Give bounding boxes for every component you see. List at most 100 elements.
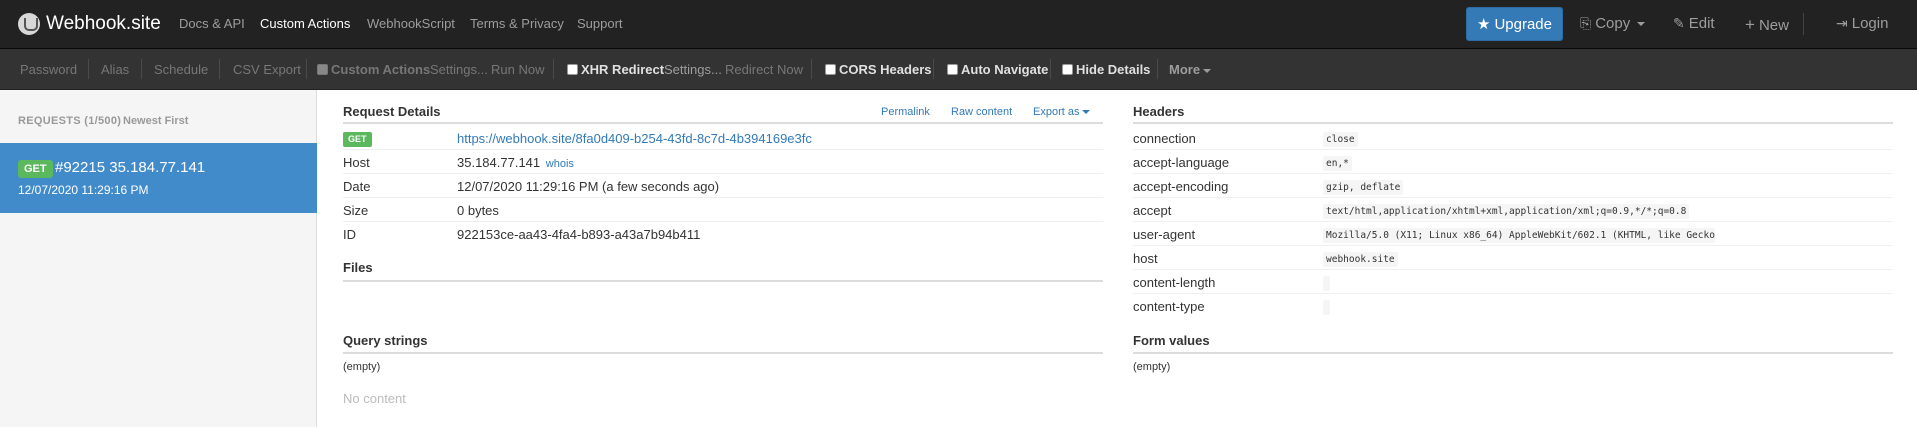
- custom-actions-toggle[interactable]: Custom Actions: [317, 62, 430, 77]
- toolbar-divider: [1050, 59, 1051, 79]
- cors-headers-checkbox[interactable]: [825, 64, 836, 75]
- edit-button[interactable]: ✎ Edit: [1673, 15, 1715, 32]
- auto-navigate-checkbox[interactable]: [947, 64, 958, 75]
- form-values-value: (empty): [1133, 361, 1171, 373]
- hide-details-toggle[interactable]: Hide Details: [1062, 62, 1150, 77]
- nav-docs-api[interactable]: Docs & API: [179, 16, 245, 31]
- copy-dropdown[interactable]: ⎘ Copy: [1580, 15, 1646, 32]
- alias-button[interactable]: Alias: [101, 62, 129, 77]
- more-dropdown[interactable]: More: [1169, 62, 1212, 77]
- raw-content-link[interactable]: Raw content: [951, 106, 1012, 118]
- request-url-link[interactable]: https://webhook.site/8fa0d409-b254-43fd-…: [457, 131, 812, 146]
- method-badge: GET: [18, 160, 53, 178]
- files-divider: [343, 280, 1103, 282]
- header-name: accept-language: [1133, 155, 1230, 170]
- export-as-label: Export as: [1033, 106, 1080, 118]
- header-value: close: [1323, 132, 1358, 147]
- nav-support[interactable]: Support: [577, 16, 623, 31]
- header-value: webhook.site: [1323, 252, 1398, 267]
- query-strings-divider: [343, 352, 1103, 354]
- row-divider: [1133, 269, 1893, 270]
- plus-icon: +: [1745, 15, 1755, 34]
- header-name: user-agent: [1133, 227, 1196, 242]
- toolbar-divider: [306, 59, 307, 79]
- upgrade-label: Upgrade: [1494, 15, 1552, 33]
- header-value: en,*: [1323, 156, 1352, 171]
- cors-headers-toggle[interactable]: CORS Headers: [825, 62, 931, 77]
- star-icon: ★: [1477, 16, 1491, 33]
- custom-actions-settings-button[interactable]: Settings...: [430, 62, 488, 77]
- edit-label: Edit: [1688, 15, 1715, 32]
- whois-link[interactable]: whois: [546, 158, 574, 170]
- copy-label: Copy: [1595, 15, 1631, 32]
- new-button[interactable]: + New: [1745, 15, 1789, 35]
- cors-headers-label: CORS Headers: [839, 62, 932, 77]
- csv-export-button[interactable]: CSV Export: [233, 62, 301, 77]
- login-icon: ⇥: [1836, 15, 1848, 31]
- query-strings-title: Query strings: [343, 333, 428, 348]
- xhr-redirect-label: XHR Redirect: [581, 62, 665, 77]
- copy-icon: ⎘: [1580, 15, 1592, 31]
- header-name: content-type: [1133, 299, 1205, 314]
- custom-actions-checkbox[interactable]: [317, 64, 328, 75]
- query-strings-value: (empty): [343, 361, 381, 373]
- header-name: accept-encoding: [1133, 179, 1229, 194]
- form-values-title: Form values: [1133, 333, 1210, 348]
- form-values-divider: [1133, 352, 1893, 354]
- export-as-dropdown[interactable]: Export as: [1033, 106, 1091, 118]
- row-divider: [1133, 293, 1893, 294]
- auto-navigate-label: Auto Navigate: [961, 62, 1049, 77]
- top-navbar: Webhook.site Docs & API Custom Actions W…: [0, 0, 1917, 49]
- row-divider: [1133, 245, 1893, 246]
- id-label: ID: [343, 227, 356, 242]
- header-name: host: [1133, 251, 1158, 266]
- xhr-settings-button[interactable]: Settings...: [664, 62, 722, 77]
- login-label: Login: [1851, 15, 1889, 32]
- hide-details-label: Hide Details: [1076, 62, 1151, 77]
- files-title: Files: [343, 260, 373, 275]
- brand-link[interactable]: Webhook.site: [18, 11, 161, 37]
- date-value: 12/07/2020 11:29:16 PM (a few seconds ag…: [457, 179, 720, 194]
- request-id-ip: #92215 35.184.77.141: [55, 159, 206, 176]
- header-name: accept: [1133, 203, 1172, 218]
- request-list-item[interactable]: GET #92215 35.184.77.141 12/07/2020 11:2…: [0, 143, 317, 213]
- request-date: 12/07/2020 11:29:16 PM: [18, 183, 149, 197]
- method-badge: GET: [343, 132, 372, 147]
- header-value: text/html,application/xhtml+xml,applicat…: [1323, 204, 1690, 219]
- login-button[interactable]: ⇥ Login: [1836, 15, 1888, 32]
- row-divider: [1133, 221, 1893, 222]
- custom-actions-label: Custom Actions: [331, 62, 431, 77]
- row-divider: [343, 149, 1103, 150]
- host-value-row: 35.184.77.141 whois: [457, 155, 574, 170]
- size-label: Size: [343, 203, 369, 218]
- request-details-title: Request Details: [343, 104, 441, 119]
- toolbar-divider: [1157, 59, 1158, 79]
- header-name: content-length: [1133, 275, 1216, 290]
- host-label: Host: [343, 155, 370, 170]
- header-value: Mozilla/5.0 (X11; Linux x86_64) AppleWeb…: [1323, 228, 1715, 243]
- brand-name: Webhook.site: [46, 13, 161, 34]
- permalink-link[interactable]: Permalink: [881, 106, 930, 118]
- toolbar-divider: [141, 59, 142, 79]
- row-divider: [1133, 149, 1893, 150]
- nav-terms-privacy[interactable]: Terms & Privacy: [470, 16, 564, 31]
- size-value: 0 bytes: [457, 203, 499, 218]
- xhr-redirect-checkbox[interactable]: [567, 64, 578, 75]
- more-label: More: [1169, 62, 1201, 77]
- date-label: Date: [343, 179, 371, 194]
- run-now-button[interactable]: Run Now: [491, 62, 544, 77]
- nav-webhookscript[interactable]: WebhookScript: [367, 16, 455, 31]
- auto-navigate-toggle[interactable]: Auto Navigate: [947, 62, 1048, 77]
- hide-details-checkbox[interactable]: [1062, 64, 1073, 75]
- caret-down-icon: [1637, 21, 1646, 26]
- password-button[interactable]: Password: [20, 62, 77, 77]
- schedule-button[interactable]: Schedule: [154, 62, 208, 77]
- nav-custom-actions[interactable]: Custom Actions: [260, 16, 350, 31]
- webhook-logo-icon: [18, 13, 40, 35]
- redirect-now-button[interactable]: Redirect Now: [725, 62, 803, 77]
- upgrade-button[interactable]: ★ Upgrade: [1466, 7, 1563, 41]
- sort-order-toggle[interactable]: Newest First: [123, 115, 188, 127]
- caret-down-icon: [1082, 110, 1091, 115]
- headers-divider: [1133, 122, 1893, 124]
- xhr-redirect-toggle[interactable]: XHR Redirect: [567, 62, 664, 77]
